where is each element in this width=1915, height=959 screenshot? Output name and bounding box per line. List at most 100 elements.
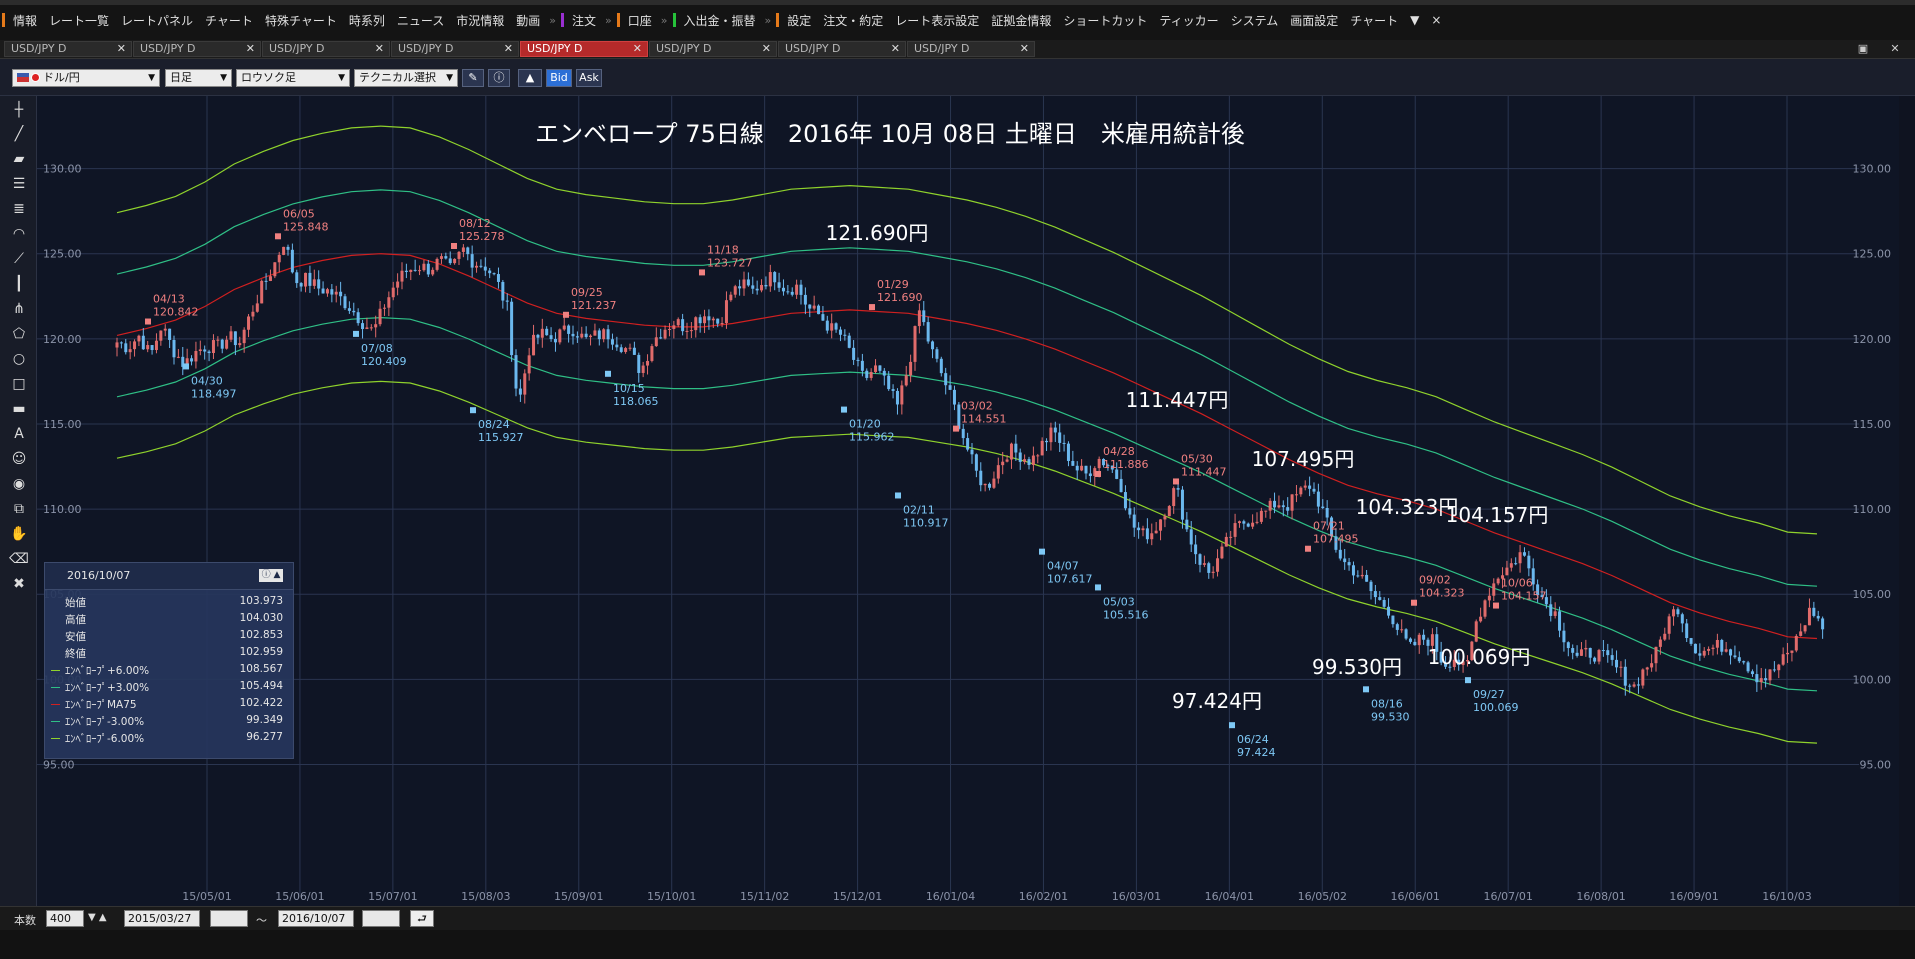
close-tab-icon[interactable]: ✕ [1020,42,1029,56]
candle-body [803,294,807,305]
menu-item[interactable]: 注文 [566,12,602,29]
pitchfork-icon[interactable]: ⋔ [9,299,29,319]
close-tab-icon[interactable]: ✕ [891,42,900,56]
info-icon[interactable]: ⓘ [488,69,510,87]
menu-item[interactable]: システム [1225,12,1285,29]
menu-item[interactable]: ショートカット [1057,12,1153,29]
currency-pair-select[interactable]: ドル/円 ▼ [12,69,160,87]
menu-close-icon[interactable]: × [1425,13,1447,27]
candle-body [488,270,492,274]
chart-tab[interactable]: USD/JPY D ✕ [520,41,648,57]
close-tab-icon[interactable]: ✕ [246,42,255,56]
fibonacci-arc-icon[interactable]: ◠ [9,224,29,244]
chart-tab[interactable]: USD/JPY D ✕ [907,41,1035,57]
pen-icon[interactable]: ✎ [462,69,484,87]
menu-item[interactable]: 注文・約定 [817,12,889,29]
close-tab-icon[interactable]: ✕ [117,42,126,56]
x-tick-label: 15/07/01 [368,890,417,903]
tab-label: USD/JPY D [269,42,325,55]
menu-item[interactable]: チャート [1344,12,1404,29]
candle-body [922,310,926,323]
chart-tab[interactable]: USD/JPY D ✕ [391,41,519,57]
start-date-input[interactable]: 2015/03/27 [124,910,200,927]
menu-item[interactable]: チャート [199,12,259,29]
menu-item[interactable]: レートパネル [115,12,199,29]
area-chart-icon[interactable]: ▲ [518,69,542,87]
close-tab-icon[interactable]: ✕ [633,42,642,56]
close-tab-icon[interactable]: ✕ [504,42,513,56]
menu-item[interactable]: 画面設定 [1284,12,1344,29]
candle-body [1088,473,1092,477]
annotation-value: 111.886 [1103,458,1149,471]
rectangle-icon[interactable]: □ [9,374,29,394]
menu-item[interactable]: 証拠金情報 [985,12,1057,29]
end-time-input[interactable] [362,910,400,927]
menu-item[interactable]: 市況情報 [450,12,510,29]
return-icon[interactable]: ⮐ [410,910,434,927]
close-tab-icon[interactable]: ✕ [762,42,771,56]
menu-item[interactable]: 情報 [7,12,43,29]
period-select[interactable]: 日足 ▼ [165,69,232,87]
emoji-icon[interactable]: ☺ [9,449,29,469]
polygon-icon[interactable]: ⬠ [9,324,29,344]
chart-tab[interactable]: USD/JPY D ✕ [649,41,777,57]
count-stepper[interactable]: ▼ ▲ [88,912,107,923]
eraser-icon[interactable]: ⌫ [9,549,29,569]
menu-item[interactable]: 設定 [781,12,817,29]
line-icon[interactable]: ▬ [9,399,29,419]
ask-label: Ask [579,71,599,84]
end-date-input[interactable]: 2016/10/07 [278,910,354,927]
menu-item[interactable]: 口座 [622,12,658,29]
chart-tab[interactable]: USD/JPY D ✕ [778,41,906,57]
candle-body [1729,649,1733,656]
fan-icon[interactable]: ⟋ [9,249,29,269]
horizontal-lines-icon[interactable]: ☰ [9,174,29,194]
close-window-icon[interactable]: ✕ [1886,41,1904,56]
menu-item[interactable]: ニュース [391,12,450,29]
copy-icon[interactable]: ⧉ [9,499,29,519]
candle-body [606,329,610,340]
text-icon[interactable]: A [9,424,29,444]
candle-body [163,328,167,331]
ask-toggle[interactable]: Ask [576,69,602,87]
info-collapse-icon[interactable]: ⓘ ▲ [259,569,283,582]
price-callout: 121.690円 [826,221,929,245]
menu-item[interactable]: 時系列 [343,12,391,29]
menu-item[interactable]: 入出金・振替 [678,12,762,29]
candle-body [1351,565,1355,576]
trendline-icon[interactable]: ╱ [9,124,29,144]
ruler-icon[interactable]: ▰ [9,149,29,169]
channel-icon[interactable]: ≣ [9,199,29,219]
menu-item[interactable]: ティッカー [1153,12,1224,29]
candle-body [1702,650,1706,656]
candle-body [1496,578,1500,584]
close-tab-icon[interactable]: ✕ [375,42,384,56]
candle-body [207,351,211,353]
price-chart[interactable]: 135.00135.00130.00130.00125.00125.00120.… [37,96,1899,906]
annotation-date: 10/06 [1501,577,1533,590]
menu-more-icon[interactable]: ▼ [1404,13,1425,27]
restore-window-icon[interactable]: ▣ [1854,41,1872,56]
vertical-lines-icon[interactable]: ┃ [9,274,29,294]
candle-body [1790,650,1794,653]
menu-item[interactable]: レート一覧 [43,12,115,29]
menu-item[interactable]: 特殊チャート [259,12,343,29]
count-input[interactable]: 400 [46,910,84,927]
candle-body [242,329,246,344]
menu-item[interactable]: レート表示設定 [889,12,985,29]
chart-tab[interactable]: USD/JPY D ✕ [133,41,261,57]
crosshair-icon[interactable]: ┼ [9,100,29,120]
chart-tab[interactable]: USD/JPY D ✕ [4,41,132,57]
chart-style-select[interactable]: ロウソク足 ▼ [236,69,350,87]
chart-tab[interactable]: USD/JPY D ✕ [262,41,390,57]
candle-body [1816,615,1820,619]
start-time-input[interactable] [210,910,248,927]
circle-icon[interactable]: ○ [9,349,29,369]
annotation-date: 08/24 [478,418,510,431]
menu-item[interactable]: 動画 [510,12,546,29]
delete-all-icon[interactable]: ✖ [9,574,29,594]
hand-icon[interactable]: ✋ [9,524,29,544]
technical-select[interactable]: テクニカル選択 ▼ [354,69,458,87]
bid-toggle[interactable]: Bid [546,69,572,87]
magnet-icon[interactable]: ◉ [9,474,29,494]
